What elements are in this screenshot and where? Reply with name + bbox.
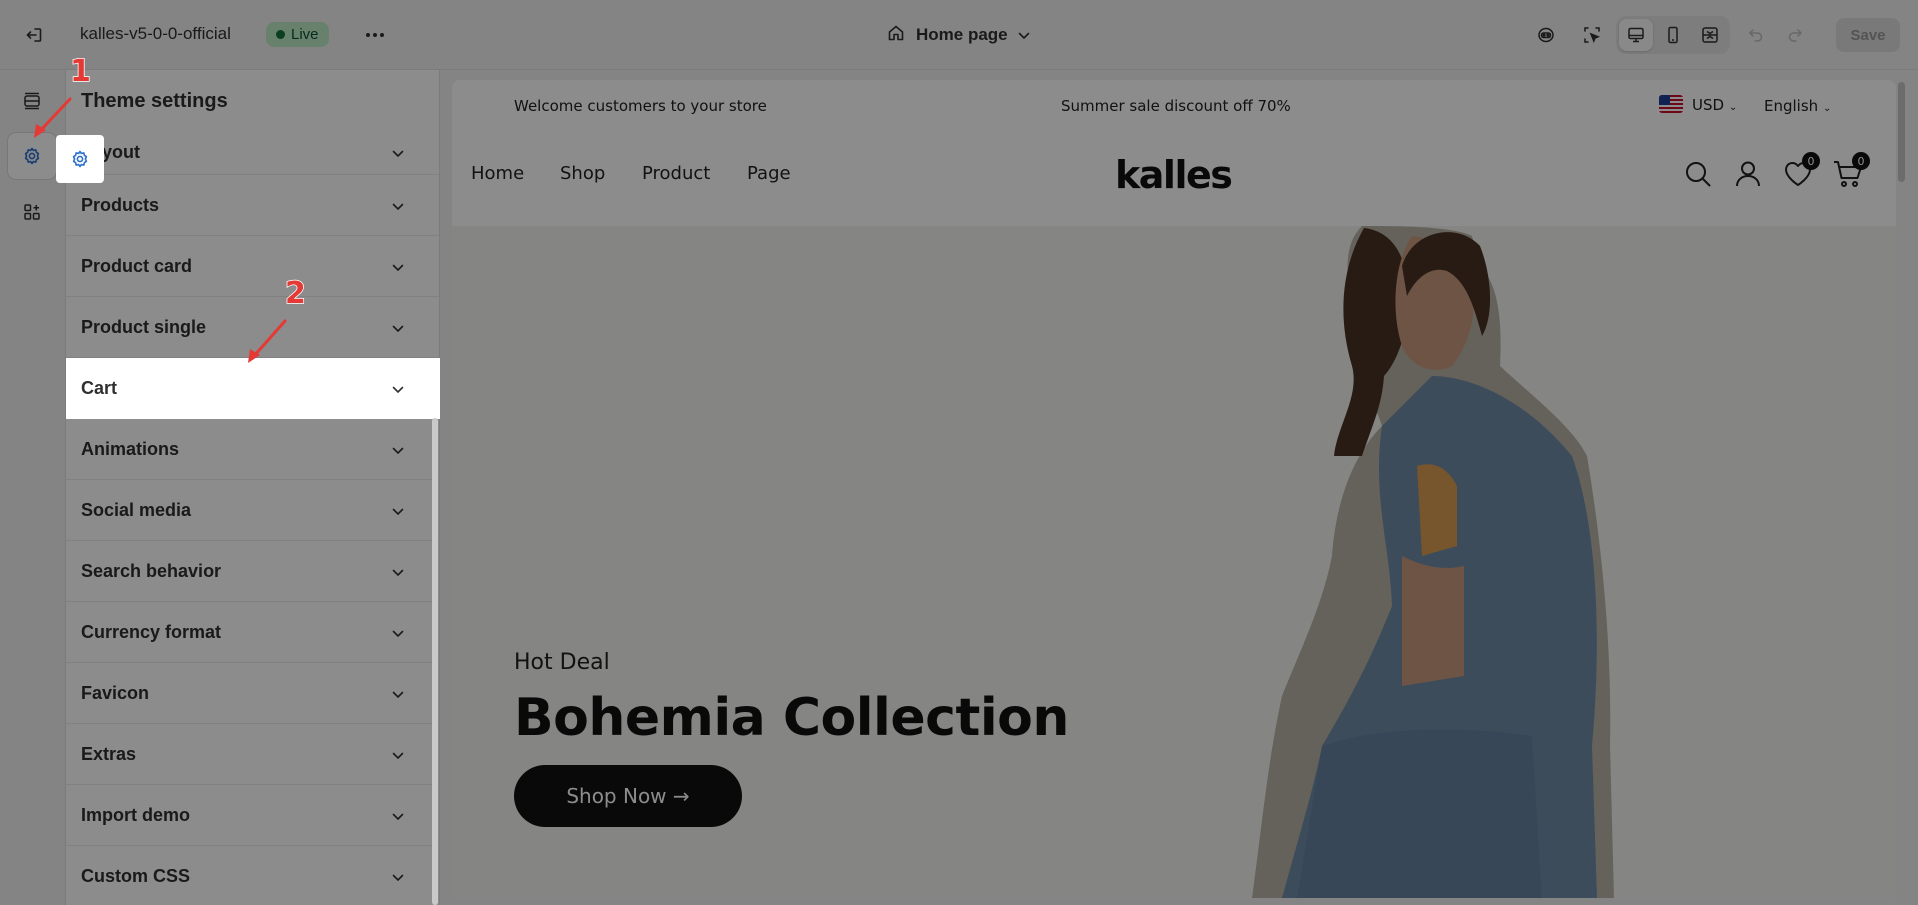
settings-row-product-single[interactable]: Product single (66, 297, 439, 358)
settings-row-import-demo[interactable]: Import demo (66, 785, 439, 846)
exit-icon[interactable] (18, 20, 50, 50)
home-icon (886, 23, 906, 48)
nav-link-product[interactable]: Product (642, 163, 710, 184)
apps-icon[interactable] (8, 189, 56, 235)
settings-row-label: Import demo (81, 804, 191, 825)
hero-title: Bohemia Collection (514, 688, 1069, 748)
settings-row-animations[interactable]: Animations (66, 419, 439, 480)
store-preview: Welcome customers to your store Summer s… (452, 80, 1896, 898)
settings-row-label: Product single (81, 316, 207, 337)
chevron-down-icon (392, 866, 404, 887)
settings-row-favicon[interactable]: Favicon (66, 663, 439, 724)
nav-link-home[interactable]: Home (471, 163, 524, 184)
settings-row-label: Animations (81, 438, 180, 459)
settings-row-custom-css[interactable]: Custom CSS (66, 846, 439, 905)
currency-label: USD (1692, 96, 1725, 114)
gear-icon[interactable] (8, 133, 56, 179)
preview-scrollbar[interactable] (1898, 82, 1905, 182)
store-logo[interactable]: kalles (1115, 153, 1233, 197)
announcement-welcome: Welcome customers to your store (514, 97, 767, 115)
language-selector[interactable]: English ⌄ (1764, 97, 1831, 115)
gear-icon[interactable] (56, 135, 104, 183)
store-name: kalles-v5-0-0-official (80, 24, 231, 43)
wishlist-count-badge: 0 (1802, 152, 1820, 170)
settings-row-search-behavior[interactable]: Search behavior (66, 541, 439, 602)
chevron-down-icon (392, 195, 404, 216)
settings-row-label: Cart (81, 378, 118, 398)
annotation-marker-1: 1 (69, 53, 91, 90)
settings-row-label: Product card (81, 255, 193, 276)
desktop-icon[interactable] (1619, 19, 1653, 51)
settings-row-label: Social media (81, 499, 192, 520)
chevron-down-icon (1018, 25, 1030, 45)
chevron-down-icon (392, 256, 404, 277)
status-badge: Live (266, 22, 329, 47)
settings-row-label: Favicon (81, 682, 150, 703)
settings-row-layout[interactable]: Layout (66, 131, 439, 175)
chevron-down-icon (392, 683, 404, 704)
settings-row-extras[interactable]: Extras (66, 724, 439, 785)
chevron-down-icon: ⌄ (1822, 103, 1832, 114)
page-selector-label: Home page (916, 25, 1008, 44)
settings-row-currency-format[interactable]: Currency format (66, 602, 439, 663)
store-header: Home Shop Product Page kalles 0 0 (452, 131, 1896, 226)
shop-now-button[interactable]: Shop Now → (514, 765, 742, 827)
annotation-marker-2: 2 (284, 275, 306, 312)
undo-icon[interactable] (1739, 18, 1773, 52)
cart-icon[interactable]: 0 (1830, 152, 1870, 192)
status-badge-label: Live (291, 26, 319, 43)
cart-count-badge: 0 (1852, 152, 1870, 170)
settings-row-label: Extras (81, 743, 137, 764)
nav-link-page[interactable]: Page (747, 163, 791, 184)
sidekick-icon[interactable] (1529, 18, 1563, 52)
sections-icon[interactable] (8, 78, 56, 124)
hero-subtitle: Hot Deal (514, 650, 610, 675)
theme-settings-panel: Theme settings Layout Products Product c… (66, 70, 440, 905)
chevron-down-icon (392, 744, 404, 765)
settings-list: Layout Products Product card Product sin… (66, 131, 439, 905)
settings-row-social-media[interactable]: Social media (66, 480, 439, 541)
save-button[interactable]: Save (1836, 18, 1900, 52)
editor-topbar: kalles-v5-0-0-official Live Home page Sa… (0, 0, 1918, 70)
chevron-down-icon: ⌄ (1728, 102, 1738, 113)
settings-row-product-card[interactable]: Product card (66, 236, 439, 297)
announcement-bar: Welcome customers to your store Summer s… (452, 80, 1896, 131)
settings-row-label: Currency format (81, 621, 222, 642)
nav-link-shop[interactable]: Shop (560, 163, 605, 184)
settings-row-label: Custom CSS (81, 865, 191, 886)
page-selector[interactable]: Home page (886, 20, 1030, 50)
chevron-down-icon (392, 378, 404, 399)
announcement-sale: Summer sale discount off 70% (1061, 97, 1291, 115)
settings-row-label: Search behavior (81, 560, 222, 581)
redo-icon[interactable] (1778, 18, 1812, 52)
panel-scrollbar[interactable] (432, 418, 438, 905)
settings-row-cart-highlight[interactable]: Cart (66, 358, 440, 419)
chevron-down-icon (392, 317, 404, 338)
more-horizontal-icon[interactable] (360, 20, 390, 50)
search-icon[interactable] (1680, 156, 1716, 192)
language-label: English (1764, 97, 1819, 115)
currency-selector[interactable]: USD ⌄ (1692, 96, 1737, 114)
us-flag-icon (1659, 95, 1683, 113)
device-switcher (1616, 16, 1730, 54)
chevron-down-icon (392, 500, 404, 521)
hero-model-image (1252, 226, 1614, 898)
chevron-down-icon (392, 805, 404, 826)
fullscreen-icon[interactable] (1693, 19, 1727, 51)
settings-row-products[interactable]: Products (66, 175, 439, 236)
mobile-icon[interactable] (1656, 19, 1690, 51)
hero-banner: Hot Deal Bohemia Collection Shop Now → (452, 226, 1896, 898)
chevron-down-icon (392, 561, 404, 582)
editor-rail (0, 70, 66, 905)
chevron-down-icon (392, 622, 404, 643)
chevron-down-icon (392, 142, 404, 163)
settings-row-label: Products (81, 194, 160, 215)
inspector-icon[interactable] (1575, 18, 1609, 52)
user-icon[interactable] (1730, 156, 1766, 192)
heart-icon[interactable]: 0 (1780, 152, 1820, 192)
chevron-down-icon (392, 439, 404, 460)
panel-title: Theme settings (81, 90, 228, 112)
live-dot-icon (276, 30, 285, 39)
